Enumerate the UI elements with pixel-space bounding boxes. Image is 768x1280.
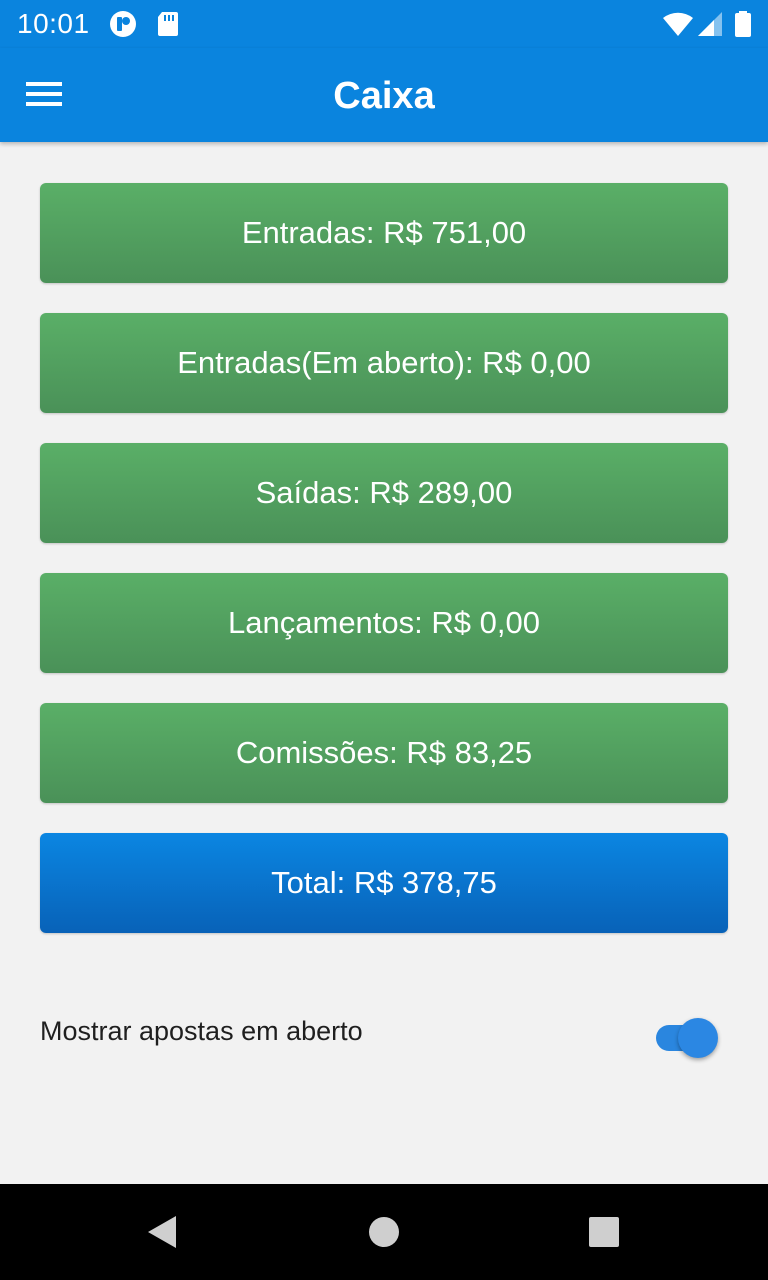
battery-icon bbox=[732, 10, 754, 38]
switch-thumb bbox=[678, 1018, 718, 1058]
lancamentos-card[interactable]: Lançamentos: R$ 0,00 bbox=[40, 573, 728, 673]
entradas-em-aberto-card[interactable]: Entradas(Em aberto): R$ 0,00 bbox=[40, 313, 728, 413]
app-bar: Caixa bbox=[0, 48, 768, 142]
show-open-bets-row: Mostrar apostas em aberto bbox=[40, 1002, 728, 1062]
saidas-card[interactable]: Saídas: R$ 289,00 bbox=[40, 443, 728, 543]
home-icon bbox=[369, 1217, 399, 1247]
back-icon bbox=[148, 1216, 176, 1248]
sd-card-icon bbox=[155, 10, 185, 38]
home-button[interactable] bbox=[354, 1206, 414, 1258]
app-root: 10:01 Caixa Entradas: R$ 751,00 Entradas… bbox=[0, 0, 768, 1280]
comissoes-card[interactable]: Comissões: R$ 83,25 bbox=[40, 703, 728, 803]
show-open-bets-label: Mostrar apostas em aberto bbox=[40, 1016, 363, 1046]
status-bar: 10:01 bbox=[0, 0, 768, 48]
back-button[interactable] bbox=[134, 1206, 194, 1258]
show-open-bets-switch[interactable] bbox=[650, 1010, 720, 1058]
recents-icon bbox=[589, 1217, 619, 1247]
system-nav-bar bbox=[0, 1184, 768, 1280]
cell-signal-icon bbox=[696, 10, 726, 38]
summary-list: Entradas: R$ 751,00 Entradas(Em aberto):… bbox=[40, 183, 728, 963]
notification-app-icon bbox=[108, 10, 138, 38]
page-title: Caixa bbox=[333, 75, 435, 117]
wifi-icon bbox=[662, 10, 693, 38]
entradas-card[interactable]: Entradas: R$ 751,00 bbox=[40, 183, 728, 283]
recents-button[interactable] bbox=[574, 1206, 634, 1258]
status-time: 10:01 bbox=[17, 8, 90, 39]
total-card[interactable]: Total: R$ 378,75 bbox=[40, 833, 728, 933]
